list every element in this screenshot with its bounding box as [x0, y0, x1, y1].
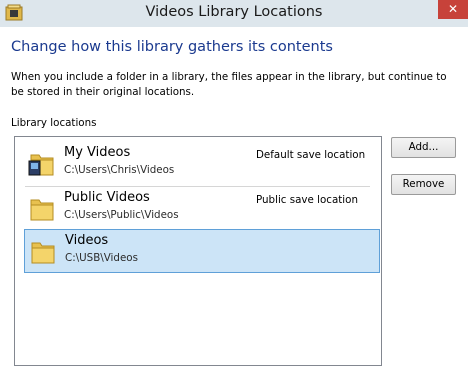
remove-button[interactable]: Remove: [391, 174, 456, 195]
add-button[interactable]: Add...: [391, 137, 456, 158]
location-name: My Videos: [64, 145, 131, 160]
list-item-public-videos[interactable]: Public Videos C:\Users\Public\Videos Pub…: [24, 187, 380, 231]
close-icon: ✕: [447, 2, 459, 16]
location-name: Videos: [65, 233, 109, 248]
description-text: When you include a folder in a library, …: [11, 71, 447, 98]
page-title: Change how this library gathers its cont…: [11, 39, 333, 55]
location-path: C:\USB\Videos: [65, 252, 138, 264]
list-item-videos[interactable]: Videos C:\USB\Videos: [24, 229, 380, 273]
folder-icon: [30, 199, 54, 221]
dialog-body: Change how this library gathers its cont…: [0, 27, 468, 370]
video-folder-icon: [28, 154, 54, 176]
title-bar: Videos Library Locations ✕: [0, 0, 468, 27]
close-button[interactable]: ✕: [438, 0, 468, 19]
location-status: Public save location: [256, 194, 358, 206]
location-path: C:\Users\Chris\Videos: [64, 164, 175, 176]
list-item-my-videos[interactable]: My Videos C:\Users\Chris\Videos Default …: [24, 142, 380, 186]
library-locations-label: Library locations: [11, 117, 97, 129]
location-path: C:\Users\Public\Videos: [64, 209, 179, 221]
library-locations-list[interactable]: My Videos C:\Users\Chris\Videos Default …: [14, 136, 382, 366]
location-status: Default save location: [256, 149, 366, 161]
location-name: Public Videos: [64, 190, 150, 205]
window-title: Videos Library Locations: [145, 4, 323, 20]
folder-icon: [31, 242, 55, 264]
